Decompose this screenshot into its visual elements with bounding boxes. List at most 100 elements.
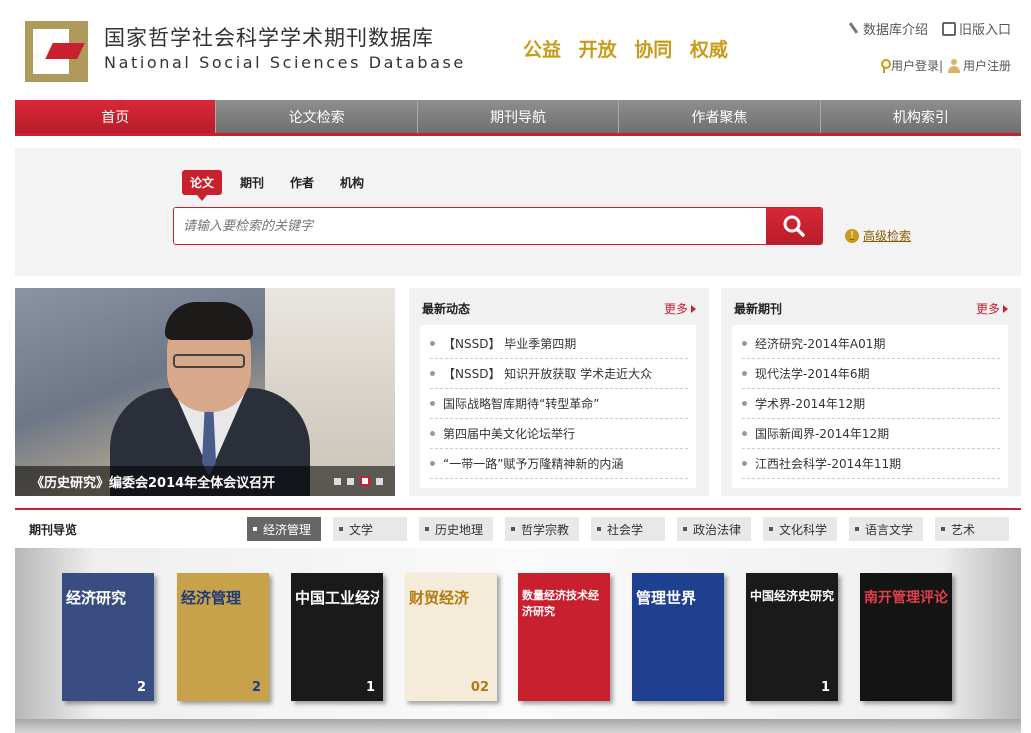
search-tab-institution[interactable]: 机构	[332, 170, 372, 195]
cover-title: 数量经济技术经济研究	[522, 589, 599, 618]
slogan-word: 开放	[578, 39, 617, 61]
database-intro-link[interactable]: 数据库介绍	[847, 19, 928, 38]
page: 国家哲学社会科学学术期刊数据库 National Social Sciences…	[0, 0, 1031, 733]
cover-issue: 1	[820, 680, 830, 695]
cover-title: 中国经济史研究	[750, 589, 834, 603]
journal-cover[interactable]: 中国经济史研究 1	[746, 573, 838, 701]
category-art[interactable]: 艺术	[935, 517, 1009, 541]
search-tab-author[interactable]: 作者	[282, 170, 322, 195]
slogan-word: 公益	[523, 39, 562, 61]
site-title-en: National Social Sciences Database	[104, 53, 466, 72]
journal-item[interactable]: 学术界-2014年12期	[742, 389, 1000, 419]
banner-dot[interactable]	[376, 478, 383, 485]
nav-home[interactable]: 首页	[15, 100, 217, 133]
advanced-search-link[interactable]: ! 高级检索	[845, 227, 911, 244]
search-tab-journal[interactable]: 期刊	[232, 170, 272, 195]
banner-dot-active[interactable]	[360, 476, 370, 486]
register-link[interactable]: 用户注册	[947, 57, 1011, 74]
site-logo[interactable]	[25, 21, 88, 82]
news-item[interactable]: 国际战略智库期待“转型革命”	[430, 389, 688, 419]
key-icon	[879, 58, 891, 73]
banner-slideshow[interactable]: 《历史研究》编委会2014年全体会议召开	[15, 288, 395, 496]
cover-title: 中国工业经济	[295, 589, 379, 607]
cover-title: 财贸经济	[409, 589, 470, 607]
search-tabs: 论文 期刊 作者 机构	[182, 170, 372, 201]
user-icon	[947, 58, 961, 73]
category-culture-science[interactable]: 文化科学	[763, 517, 837, 541]
news-item[interactable]: 【NSSD】 知识开放获取 学术走近大众	[430, 359, 688, 389]
journal-categories: 经济管理 文学 历史地理 哲学宗教 社会学 政治法律 文化科学 语言文学 艺术	[247, 517, 1009, 541]
main-nav: 首页 论文检索 期刊导航 作者聚焦 机构索引	[15, 100, 1021, 136]
journal-item[interactable]: 现代法学-2014年6期	[742, 359, 1000, 389]
slogan-word: 权威	[689, 39, 728, 61]
search-icon	[783, 215, 805, 237]
category-history[interactable]: 历史地理	[419, 517, 493, 541]
pen-icon	[847, 22, 860, 35]
banner-photo-hair	[165, 302, 253, 340]
journal-cover[interactable]: 管理世界	[632, 573, 724, 701]
journals-more-link[interactable]: 更多	[976, 300, 1008, 317]
journal-cover[interactable]: 中国工业经济 1	[291, 573, 383, 701]
nav-journal-navigation[interactable]: 期刊导航	[418, 100, 620, 133]
category-philosophy[interactable]: 哲学宗教	[505, 517, 579, 541]
cover-title: 南开管理评论	[864, 590, 948, 606]
nav-institution-index[interactable]: 机构索引	[821, 100, 1021, 133]
journal-item[interactable]: 经济研究-2014年A01期	[742, 329, 1000, 359]
news-item[interactable]: “一带一路”赋予万隆精神新的内涵	[430, 449, 688, 479]
news-panel: 最新动态 更多 【NSSD】 毕业季第四期 【NSSD】 知识开放获取 学术走近…	[409, 288, 709, 496]
category-politics-law[interactable]: 政治法律	[677, 517, 751, 541]
banner-dot[interactable]	[334, 478, 341, 485]
journal-nav-title: 期刊导览	[29, 523, 78, 537]
search-input[interactable]	[174, 208, 766, 244]
category-sociology[interactable]: 社会学	[591, 517, 665, 541]
shelf-floor	[15, 719, 1021, 733]
news-more-link[interactable]: 更多	[664, 300, 696, 317]
cover-title: 管理世界	[636, 589, 697, 607]
user-links: 用户登录| 用户注册	[879, 57, 1011, 74]
cover-issue: 02	[470, 680, 489, 695]
cover-issue: 2	[251, 680, 261, 695]
old-version-icon	[941, 21, 956, 36]
register-label: 用户注册	[962, 59, 1011, 73]
journal-cover[interactable]: 数量经济技术经济研究	[518, 573, 610, 701]
journal-item[interactable]: 国际新闻界-2014年12期	[742, 419, 1000, 449]
journal-item[interactable]: 江西社会科学-2014年11期	[742, 449, 1000, 479]
journal-nav-bar: 期刊导览 经济管理 文学 历史地理 哲学宗教 社会学 政治法律 文化科学 语言文…	[15, 508, 1021, 546]
search-tab-paper[interactable]: 论文	[182, 170, 223, 201]
slogan: 公益 开放 协同 权威	[523, 35, 739, 62]
news-panel-header: 最新动态 更多	[422, 300, 696, 317]
old-version-link[interactable]: 旧版入口	[941, 19, 1011, 38]
old-version-label: 旧版入口	[958, 23, 1011, 38]
search-button[interactable]	[766, 208, 822, 244]
category-literature[interactable]: 文学	[333, 517, 407, 541]
nav-author-focus[interactable]: 作者聚焦	[619, 100, 821, 133]
login-link[interactable]: 用户登录|	[879, 57, 943, 74]
banner-dot[interactable]	[347, 478, 354, 485]
news-panel-title: 最新动态	[422, 302, 471, 316]
nav-paper-search[interactable]: 论文检索	[216, 100, 418, 133]
category-language-literature[interactable]: 语言文学	[849, 517, 923, 541]
journals-panel-header: 最新期刊 更多	[734, 300, 1008, 317]
logo-notch	[69, 29, 88, 43]
site-title-cn: 国家哲学社会科学学术期刊数据库	[104, 26, 434, 50]
journal-cover[interactable]: 经济研究 2	[62, 573, 154, 701]
news-item[interactable]: 第四届中美文化论坛举行	[430, 419, 688, 449]
logo-red-mark	[45, 43, 85, 59]
cover-issue: 2	[136, 680, 146, 695]
banner-photo-glasses	[173, 354, 245, 368]
category-economics[interactable]: 经济管理	[247, 517, 321, 541]
latest-journals-panel: 最新期刊 更多 经济研究-2014年A01期 现代法学-2014年6期 学术界-…	[721, 288, 1021, 496]
news-item[interactable]: 【NSSD】 毕业季第四期	[430, 329, 688, 359]
search-area: 论文 期刊 作者 机构 ! 高级检索	[15, 148, 1021, 276]
journal-cover[interactable]: 南开管理评论	[860, 573, 952, 701]
news-list: 【NSSD】 毕业季第四期 【NSSD】 知识开放获取 学术走近大众 国际战略智…	[420, 325, 696, 488]
cover-title: 经济研究	[66, 589, 127, 607]
journal-cover[interactable]: 财贸经济 02	[405, 573, 497, 701]
database-intro-label: 数据库介绍	[862, 23, 928, 38]
journals-list: 经济研究-2014年A01期 现代法学-2014年6期 学术界-2014年12期…	[732, 325, 1008, 488]
journal-bookshelf: 经济研究 2 经济管理 2 中国工业经济 1 财贸经济 02 数量经济技术经济研…	[15, 548, 1021, 733]
advanced-search-label: 高级检索	[863, 229, 912, 243]
slogan-word: 协同	[634, 39, 673, 61]
cover-title: 经济管理	[181, 589, 242, 607]
journal-cover[interactable]: 经济管理 2	[177, 573, 269, 701]
